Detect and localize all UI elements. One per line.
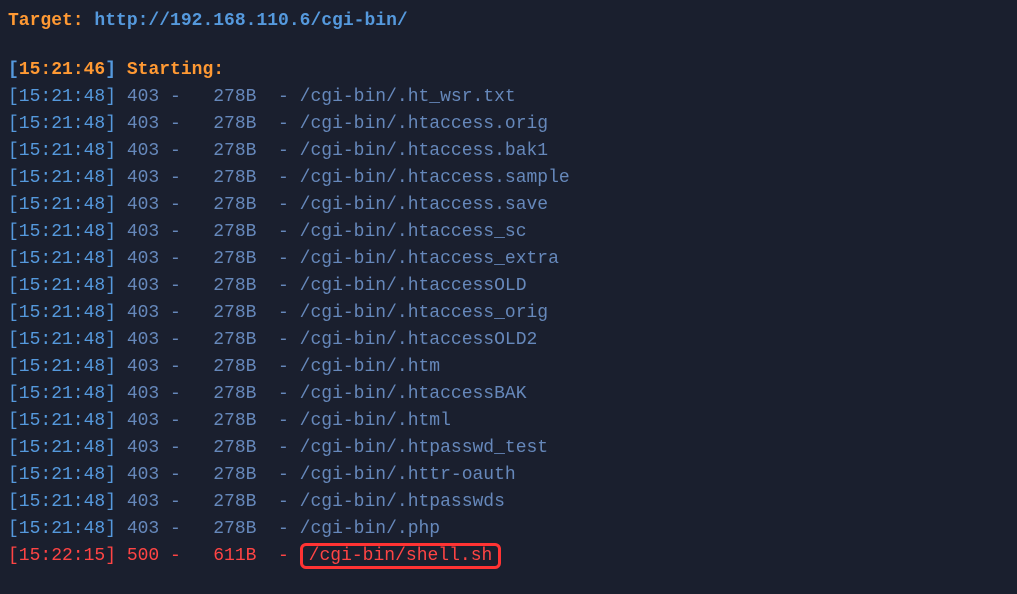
target-line: Target: http://192.168.110.6/cgi-bin/ [8,8,1009,35]
bracket-close: ] [105,60,116,80]
log-status: 403 - 278B - [116,87,300,107]
log-line: [15:21:48] 403 - 278B - /cgi-bin/.htm [8,354,1009,381]
log-path: /cgi-bin/.ht_wsr.txt [300,87,516,107]
log-status: 403 - 278B - [116,411,300,431]
log-status: 403 - 278B - [116,357,300,377]
log-status: 403 - 278B - [116,465,300,485]
log-line: [15:21:48] 403 - 278B - /cgi-bin/.htpass… [8,489,1009,516]
log-container: [15:21:48] 403 - 278B - /cgi-bin/.ht_wsr… [8,84,1009,570]
log-status: 403 - 278B - [116,384,300,404]
log-line: [15:21:48] 403 - 278B - /cgi-bin/.php [8,516,1009,543]
log-timestamp: [15:21:48] [8,519,116,539]
log-status: 403 - 278B - [116,276,300,296]
log-timestamp: [15:21:48] [8,249,116,269]
log-line: [15:21:48] 403 - 278B - /cgi-bin/.htacce… [8,381,1009,408]
log-timestamp: [15:21:48] [8,384,116,404]
log-timestamp: [15:21:48] [8,357,116,377]
target-label: Target: [8,11,94,31]
log-path: /cgi-bin/.htaccess.orig [300,114,548,134]
log-line: [15:21:48] 403 - 278B - /cgi-bin/.htacce… [8,327,1009,354]
log-timestamp: [15:21:48] [8,411,116,431]
log-line: [15:21:48] 403 - 278B - /cgi-bin/.htpass… [8,435,1009,462]
highlight-box: /cgi-bin/shell.sh [300,543,502,569]
log-timestamp: [15:21:48] [8,438,116,458]
log-timestamp: [15:21:48] [8,330,116,350]
target-url: http://192.168.110.6/cgi-bin/ [94,11,407,31]
log-path: /cgi-bin/.htaccess_sc [300,222,527,242]
log-status: 403 - 278B - [116,141,300,161]
log-path: /cgi-bin/.httr-oauth [300,465,516,485]
log-line: [15:21:48] 403 - 278B - /cgi-bin/.htacce… [8,273,1009,300]
log-status: 403 - 278B - [116,492,300,512]
log-timestamp: [15:21:48] [8,303,116,323]
starting-text: Starting: [116,60,224,80]
log-status: 403 - 278B - [116,114,300,134]
log-status: 403 - 278B - [116,222,300,242]
log-status: 500 - 611B - [116,546,300,566]
log-line: [15:21:48] 403 - 278B - /cgi-bin/.htacce… [8,111,1009,138]
log-line: [15:21:48] 403 - 278B - /cgi-bin/.html [8,408,1009,435]
log-line: [15:21:48] 403 - 278B - /cgi-bin/.htacce… [8,246,1009,273]
log-path: /cgi-bin/.htaccessBAK [300,384,527,404]
log-path: /cgi-bin/.htaccess_extra [300,249,559,269]
log-timestamp: [15:21:48] [8,276,116,296]
log-path: /cgi-bin/.htm [300,357,440,377]
log-status: 403 - 278B - [116,330,300,350]
log-line: [15:21:48] 403 - 278B - /cgi-bin/.htacce… [8,192,1009,219]
log-status: 403 - 278B - [116,519,300,539]
log-path: /cgi-bin/.htaccess.bak1 [300,141,548,161]
log-timestamp: [15:21:48] [8,114,116,134]
log-path: /cgi-bin/.htaccessOLD2 [300,330,538,350]
log-path: /cgi-bin/.htaccess_orig [300,303,548,323]
log-line: [15:21:48] 403 - 278B - /cgi-bin/.htacce… [8,138,1009,165]
log-path: /cgi-bin/.htpasswds [300,492,505,512]
log-status: 403 - 278B - [116,303,300,323]
log-timestamp: [15:22:15] [8,546,116,566]
log-status: 403 - 278B - [116,195,300,215]
log-path: /cgi-bin/shell.sh [309,546,493,566]
log-path: /cgi-bin/.html [300,411,451,431]
log-path: /cgi-bin/.htaccess.save [300,195,548,215]
log-timestamp: [15:21:48] [8,222,116,242]
log-status: 403 - 278B - [116,438,300,458]
log-path: /cgi-bin/.htaccess.sample [300,168,570,188]
log-path: /cgi-bin/.htpasswd_test [300,438,548,458]
log-line: [15:21:48] 403 - 278B - /cgi-bin/.htacce… [8,165,1009,192]
starting-line: [15:21:46] Starting: [8,57,1009,84]
starting-timestamp: 15:21:46 [19,60,105,80]
log-path: /cgi-bin/.php [300,519,440,539]
log-timestamp: [15:21:48] [8,465,116,485]
log-path: /cgi-bin/.htaccessOLD [300,276,527,296]
log-line: [15:21:48] 403 - 278B - /cgi-bin/.htacce… [8,300,1009,327]
log-status: 403 - 278B - [116,249,300,269]
log-line: [15:21:48] 403 - 278B - /cgi-bin/.htacce… [8,219,1009,246]
log-timestamp: [15:21:48] [8,141,116,161]
log-status: 403 - 278B - [116,168,300,188]
log-timestamp: [15:21:48] [8,87,116,107]
log-line: [15:22:15] 500 - 611B - /cgi-bin/shell.s… [8,543,1009,570]
log-timestamp: [15:21:48] [8,195,116,215]
log-timestamp: [15:21:48] [8,492,116,512]
bracket-open: [ [8,60,19,80]
log-timestamp: [15:21:48] [8,168,116,188]
log-line: [15:21:48] 403 - 278B - /cgi-bin/.ht_wsr… [8,84,1009,111]
log-line: [15:21:48] 403 - 278B - /cgi-bin/.httr-o… [8,462,1009,489]
